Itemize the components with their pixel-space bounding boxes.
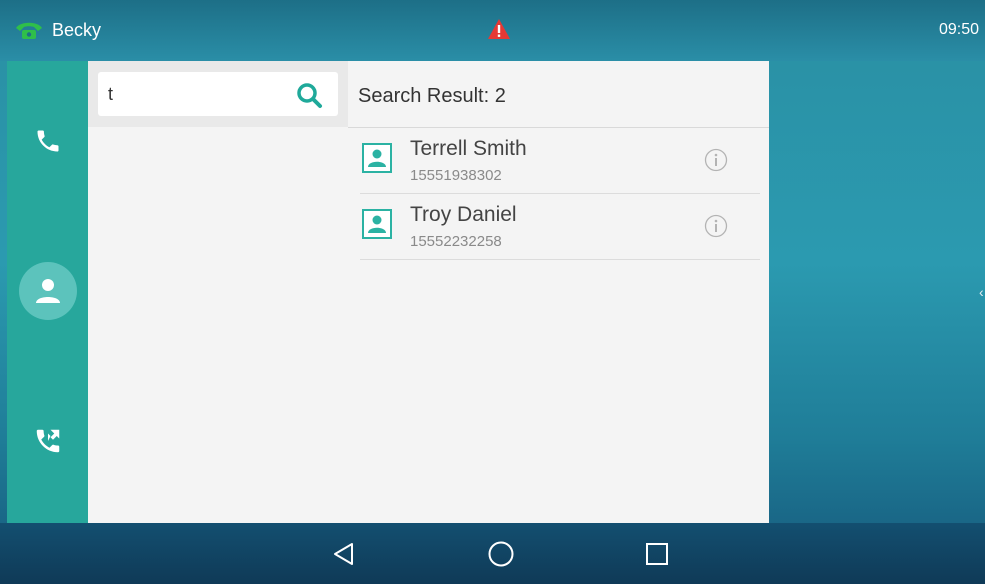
clock: 09:50 [938,21,979,38]
rail-calls-button[interactable] [7,121,88,161]
contacts-icon [35,279,60,303]
person-icon [368,149,386,167]
side-panel-handle-icon[interactable]: ‹ [979,284,985,300]
search-input[interactable] [108,82,288,106]
directory-panel: Search Result: 2 Terrell Smith 155519383… [88,61,769,523]
call-transfer-icon [36,429,59,453]
home-circle-icon[interactable] [487,540,515,568]
results-count-label: Search Result: 2 [358,85,506,107]
status-bar: Becky 09:50 [0,0,985,61]
contact-avatar-icon [362,143,392,173]
navigation-bar [0,523,985,584]
line-name: Becky [52,20,102,40]
contact-row[interactable]: Troy Daniel 15552232258 [360,194,760,260]
warning-triangle-icon[interactable] [487,18,511,40]
contact-number: 15551938302 [410,167,502,184]
contact-avatar-icon [362,209,392,239]
recents-square-icon[interactable] [643,540,671,568]
rail-directory-selected-indicator [18,262,77,320]
contact-name: Terrell Smith [410,137,527,160]
back-triangle-icon[interactable] [330,540,358,568]
rail-history-button[interactable] [7,419,88,463]
contact-row[interactable]: Terrell Smith 15551938302 [360,128,760,194]
rail-directory-button[interactable] [7,261,88,321]
results-column: Search Result: 2 Terrell Smith 155519383… [348,61,769,523]
contact-name: Troy Daniel [410,203,517,226]
left-rail [7,61,88,523]
info-icon[interactable] [704,148,728,172]
person-icon [368,215,386,233]
search-icon[interactable] [295,81,323,109]
contact-number: 15552232258 [410,233,502,250]
search-bar [88,61,348,127]
phone-icon [37,130,58,152]
info-icon[interactable] [704,214,728,238]
phone-handset-icon[interactable] [14,19,44,41]
search-box[interactable] [98,72,338,116]
results-header: Search Result: 2 [348,61,769,128]
search-column [88,61,348,523]
